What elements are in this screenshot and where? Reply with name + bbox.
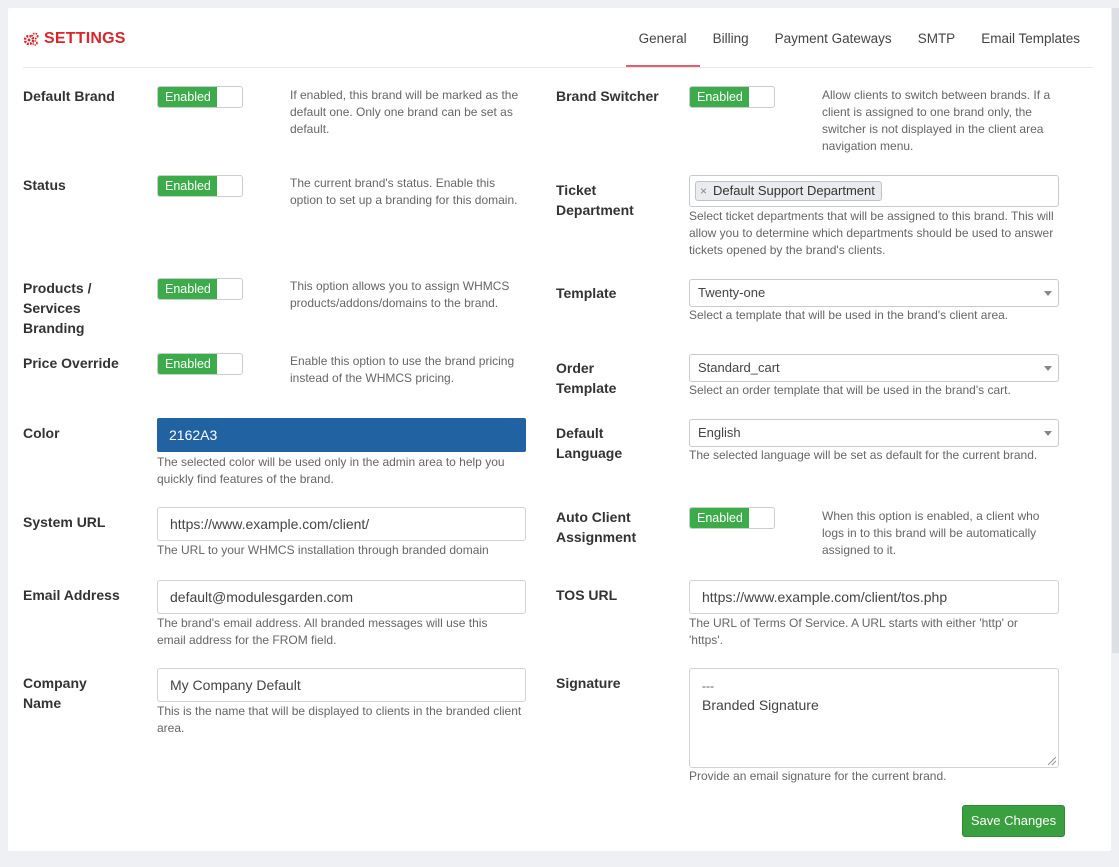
default-brand-label: Default Brand bbox=[23, 88, 115, 104]
chip-remove-icon[interactable]: × bbox=[700, 182, 707, 200]
system-url-input[interactable] bbox=[157, 507, 526, 541]
products-branding-help: This option allows you to assign WHMCS p… bbox=[290, 279, 510, 310]
company-name-label: Company Name bbox=[23, 675, 87, 711]
tab-billing[interactable]: Billing bbox=[700, 8, 762, 68]
products-branding-toggle[interactable]: Enabled bbox=[157, 278, 243, 300]
products-branding-label: Products / Services Branding bbox=[23, 280, 92, 336]
signature-line-1: --- bbox=[702, 679, 714, 693]
chevron-down-icon bbox=[1044, 291, 1052, 296]
email-address-input[interactable] bbox=[157, 580, 526, 614]
settings-tabs: General Billing Payment Gateways SMTP Em… bbox=[625, 8, 1093, 68]
order-template-select-value: Standard_cart bbox=[698, 360, 780, 375]
signature-help: Provide an email signature for the curre… bbox=[689, 769, 947, 783]
template-select-value: Twenty-one bbox=[698, 285, 766, 300]
color-help: The selected color will be used only in … bbox=[157, 455, 505, 486]
scrollbar[interactable] bbox=[1112, 8, 1119, 653]
tab-payment-gateways[interactable]: Payment Gateways bbox=[762, 8, 905, 68]
price-override-toggle[interactable]: Enabled bbox=[157, 353, 243, 375]
price-override-toggle-state: Enabled bbox=[158, 354, 217, 374]
brand-switcher-toggle-state: Enabled bbox=[690, 87, 749, 107]
order-template-label: Order Template bbox=[556, 360, 617, 396]
cogs-icon bbox=[23, 32, 39, 46]
template-label: Template bbox=[556, 285, 617, 301]
auto-client-assignment-toggle-state: Enabled bbox=[690, 508, 749, 528]
email-address-help: The brand's email address. All branded m… bbox=[157, 616, 488, 647]
company-name-input[interactable] bbox=[157, 668, 526, 702]
brand-switcher-toggle[interactable]: Enabled bbox=[689, 86, 775, 108]
default-brand-toggle-state: Enabled bbox=[158, 87, 217, 107]
default-language-select[interactable]: English bbox=[689, 419, 1059, 447]
signature-textarea[interactable]: --- Branded Signature bbox=[689, 668, 1059, 768]
color-label: Color bbox=[23, 425, 60, 441]
ticket-department-help: Select ticket departments that will be a… bbox=[689, 209, 1054, 257]
page-title-text: SETTINGS bbox=[44, 30, 126, 47]
auto-client-assignment-help: When this option is enabled, a client wh… bbox=[822, 509, 1040, 557]
auto-client-assignment-toggle[interactable]: Enabled bbox=[689, 507, 775, 529]
system-url-label: System URL bbox=[23, 514, 106, 530]
settings-header: SETTINGS General Billing Payment Gateway… bbox=[8, 8, 1111, 68]
page-title: SETTINGS bbox=[23, 30, 126, 48]
chevron-down-icon bbox=[1044, 431, 1052, 436]
chip-label: Default Support Department bbox=[713, 183, 875, 198]
tab-general[interactable]: General bbox=[625, 8, 700, 68]
price-override-label: Price Override bbox=[23, 355, 119, 371]
template-help: Select a template that will be used in t… bbox=[689, 308, 1009, 322]
status-label: Status bbox=[23, 177, 66, 193]
header-divider bbox=[23, 67, 1093, 68]
system-url-help: The URL to your WHMCS installation throu… bbox=[157, 543, 489, 557]
ticket-department-label: Ticket Department bbox=[556, 182, 634, 218]
settings-panel: SETTINGS General Billing Payment Gateway… bbox=[8, 8, 1111, 851]
color-picker-field[interactable]: 2162A3 bbox=[157, 418, 526, 452]
default-language-help: The selected language will be set as def… bbox=[689, 448, 1038, 462]
status-help: The current brand's status. Enable this … bbox=[290, 176, 518, 207]
tos-url-input[interactable] bbox=[689, 580, 1059, 614]
tab-smtp[interactable]: SMTP bbox=[905, 8, 969, 68]
save-changes-button[interactable]: Save Changes bbox=[962, 805, 1065, 837]
signature-label: Signature bbox=[556, 675, 621, 691]
price-override-help: Enable this option to use the brand pric… bbox=[290, 354, 515, 385]
brand-switcher-label: Brand Switcher bbox=[556, 88, 659, 104]
tos-url-label: TOS URL bbox=[556, 587, 618, 603]
tos-url-help: The URL of Terms Of Service. A URL start… bbox=[689, 616, 1018, 647]
chevron-down-icon bbox=[1044, 366, 1052, 371]
order-template-help: Select an order template that will be us… bbox=[689, 383, 1011, 397]
signature-line-2: Branded Signature bbox=[702, 697, 819, 713]
email-address-label: Email Address bbox=[23, 587, 120, 603]
order-template-select[interactable]: Standard_cart bbox=[689, 354, 1059, 382]
default-language-label: Default Language bbox=[556, 425, 623, 461]
tab-email-templates[interactable]: Email Templates bbox=[968, 8, 1093, 68]
template-select[interactable]: Twenty-one bbox=[689, 279, 1059, 307]
brand-switcher-help: Allow clients to switch between brands. … bbox=[822, 88, 1051, 153]
status-toggle-state: Enabled bbox=[158, 176, 217, 196]
products-branding-toggle-state: Enabled bbox=[158, 279, 217, 299]
ticket-department-select[interactable]: × Default Support Department bbox=[689, 175, 1059, 207]
ticket-department-chip: × Default Support Department bbox=[695, 181, 882, 201]
company-name-help: This is the name that will be displayed … bbox=[157, 704, 522, 735]
auto-client-assignment-label: Auto Client Assignment bbox=[556, 509, 637, 545]
status-toggle[interactable]: Enabled bbox=[157, 175, 243, 197]
default-language-select-value: English bbox=[698, 425, 741, 440]
default-brand-help: If enabled, this brand will be marked as… bbox=[290, 88, 519, 136]
default-brand-toggle[interactable]: Enabled bbox=[157, 86, 243, 108]
resize-handle-icon[interactable] bbox=[1048, 757, 1056, 765]
